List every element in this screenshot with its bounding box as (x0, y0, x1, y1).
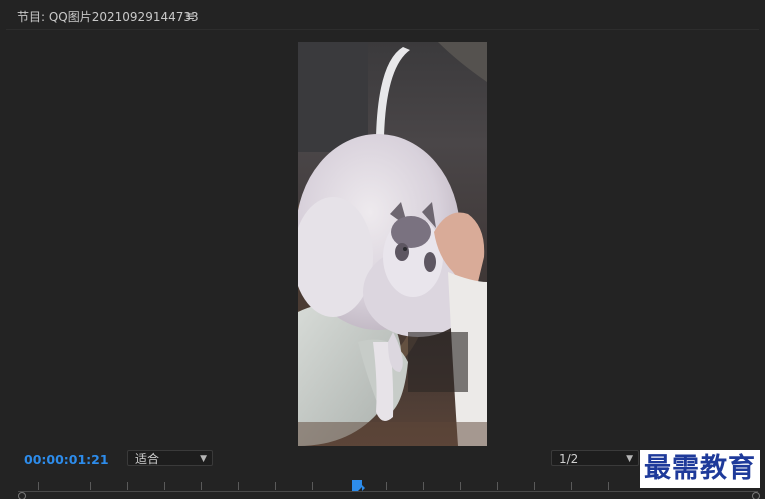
ruler-tick (312, 482, 313, 490)
chevron-down-icon: ▼ (200, 454, 207, 464)
ruler-tick (386, 482, 387, 490)
ruler-tick (238, 482, 239, 490)
playhead-icon[interactable] (351, 480, 365, 492)
ruler-tick (38, 482, 39, 490)
zoom-fit-value: 适合 (135, 452, 160, 466)
ruler-tick (423, 482, 424, 490)
ruler-tick (608, 482, 609, 490)
ruler-tick (275, 482, 276, 490)
ruler-tick (534, 482, 535, 490)
in-point-handle[interactable] (18, 492, 26, 499)
ruler-tick (164, 482, 165, 490)
playback-resolution-value: 1/2 (559, 452, 579, 466)
ruler-tick (460, 482, 461, 490)
zoom-fit-dropdown[interactable]: 适合 ▼ (127, 450, 213, 466)
hamburger-menu-icon[interactable]: ≡ (185, 9, 195, 23)
ruler-tick (497, 482, 498, 490)
panel-header: 节目: QQ图片20210929144733 ≡ (0, 0, 765, 30)
ruler-tick (127, 482, 128, 490)
chevron-down-icon: ▼ (626, 454, 633, 464)
panel-title[interactable]: 节目: QQ图片20210929144733 (17, 8, 199, 25)
video-frame-cat-icon (298, 42, 487, 446)
ruler-tick (571, 482, 572, 490)
ruler-tick (201, 482, 202, 490)
playhead-timecode[interactable]: 00:00:01:21 (24, 452, 109, 467)
divider (6, 29, 759, 30)
ruler-tick (90, 482, 91, 490)
ruler-line (18, 491, 758, 492)
watermark-logo: 最需教育 (640, 450, 760, 488)
playback-resolution-dropdown[interactable]: 1/2 ▼ (551, 450, 639, 466)
video-preview[interactable] (298, 42, 487, 446)
program-monitor-panel: 节目: QQ图片20210929144733 ≡ 00:00:01:21 适合 … (0, 0, 765, 499)
out-point-handle[interactable] (752, 492, 760, 499)
